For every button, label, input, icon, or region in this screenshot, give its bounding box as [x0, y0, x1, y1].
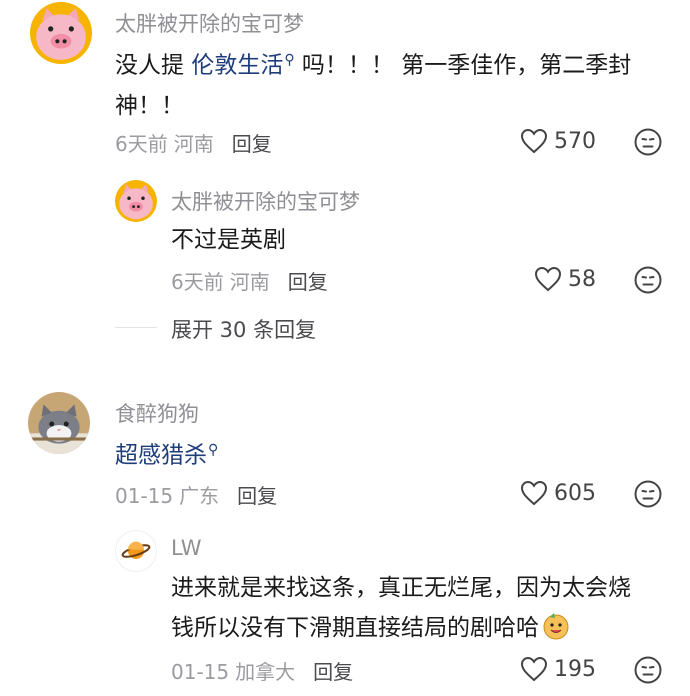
search-icon: ⚲: [208, 442, 219, 458]
comment-text-line2: 神！！: [115, 92, 184, 119]
reply-text: 进来就是来找这条，真正无烂尾，因为太会烧 钱所以没有下滑期直接结局的剧哈哈: [171, 568, 681, 648]
topic-link[interactable]: 超感猎杀: [115, 443, 207, 469]
reply-location: 河南: [229, 270, 270, 294]
sad-face-icon: [634, 266, 662, 294]
avatar[interactable]: [115, 530, 157, 572]
smiling-face-emoji-icon: [541, 611, 571, 641]
reply-location: 加拿大: [235, 660, 296, 684]
sad-face-icon: [634, 480, 662, 508]
comment-username[interactable]: 太胖被开除的宝可梦: [115, 8, 304, 38]
comment-text: 超感猎杀⚲: [115, 430, 218, 476]
like-count: 58: [568, 266, 596, 292]
heart-icon: [520, 656, 548, 682]
avatar[interactable]: [28, 392, 90, 454]
comment-text-after: 吗！！！ 第一季佳作，第二季封: [294, 52, 632, 79]
comment-text: 没人提 伦敦生活⚲ 吗！！！ 第一季佳作，第二季封 神！！: [115, 40, 660, 126]
heart-icon: [534, 266, 562, 292]
dislike-button[interactable]: [634, 480, 662, 508]
search-icon: ⚲: [284, 52, 295, 68]
comment-time: 01-15: [115, 484, 174, 508]
topic-link[interactable]: 伦敦生活: [191, 53, 283, 79]
reply-username[interactable]: LW: [171, 536, 202, 560]
comment-location: 广东: [179, 484, 220, 508]
comment-text-before: 没人提: [115, 52, 192, 79]
pig-avatar-icon: [115, 180, 157, 222]
expand-divider: [115, 327, 157, 328]
pig-avatar-icon: [30, 2, 92, 64]
reply-time: 6天前: [171, 270, 224, 294]
heart-icon: [520, 128, 548, 154]
like-button[interactable]: 605: [520, 480, 596, 506]
dislike-button[interactable]: [634, 128, 662, 156]
like-button[interactable]: 195: [520, 656, 596, 682]
like-count: 195: [554, 656, 596, 682]
sad-face-icon: [634, 656, 662, 684]
comment-time: 6天前: [115, 132, 168, 156]
expand-replies-button[interactable]: 展开 30 条回复: [171, 314, 316, 344]
comment-username[interactable]: 食醉狗狗: [115, 398, 199, 428]
avatar[interactable]: [115, 180, 157, 222]
planet-avatar-icon: [116, 531, 156, 571]
reply-time: 01-15: [171, 660, 230, 684]
reply-button[interactable]: 回复: [237, 484, 277, 508]
avatar[interactable]: [30, 2, 92, 64]
like-count: 570: [554, 128, 596, 154]
dislike-button[interactable]: [634, 656, 662, 684]
comment-meta: 6天前 河南 回复: [115, 128, 272, 157]
comment-location: 河南: [173, 132, 214, 156]
reply-button[interactable]: 回复: [288, 270, 328, 294]
dislike-button[interactable]: [634, 266, 662, 294]
reply-text: 不过是英剧: [171, 227, 286, 253]
reply-text-line2: 钱所以没有下滑期直接结局的剧哈哈: [171, 615, 539, 641]
like-button[interactable]: 570: [520, 128, 596, 154]
like-button[interactable]: 58: [534, 266, 596, 292]
comment-meta: 01-15 广东 回复: [115, 480, 277, 509]
reply-button[interactable]: 回复: [313, 660, 353, 684]
like-count: 605: [554, 480, 596, 506]
reply-button[interactable]: 回复: [232, 132, 272, 156]
sad-face-icon: [634, 128, 662, 156]
reply-username[interactable]: 太胖被开除的宝可梦: [171, 186, 360, 216]
cat-avatar-icon: [28, 392, 90, 454]
reply-meta: 01-15 加拿大 回复: [171, 656, 353, 685]
heart-icon: [520, 480, 548, 506]
reply-text-line1: 进来就是来找这条，真正无烂尾，因为太会烧: [171, 575, 631, 601]
reply-meta: 6天前 河南 回复: [171, 266, 328, 295]
